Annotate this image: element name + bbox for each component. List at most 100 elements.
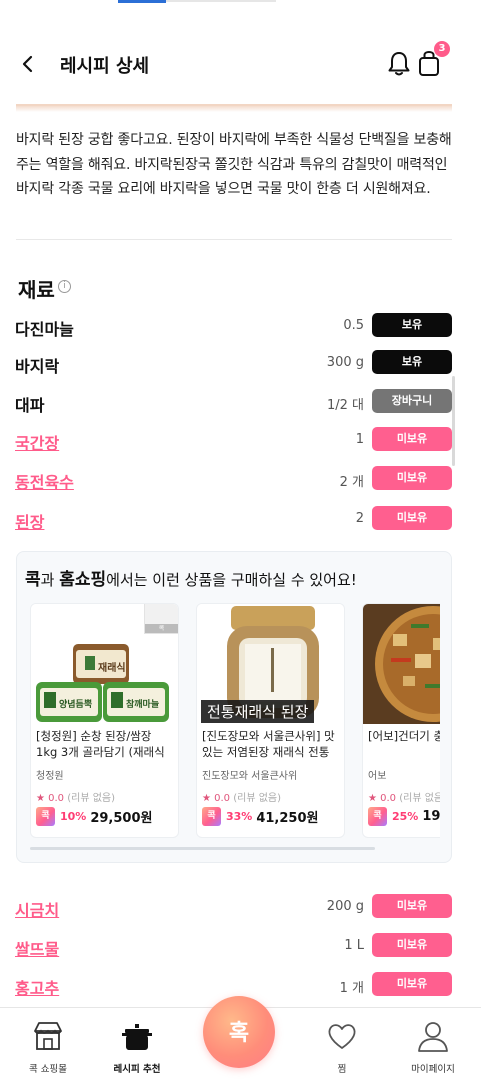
bell-icon (388, 52, 410, 76)
rating-value: ★ 0.0 (368, 793, 397, 804)
ingredient-row: 국간장 1 미보유 (0, 426, 481, 456)
product-name: [진도장모와 서울큰사위] 맛있는 저염된장 재래식 전통 된장 (202, 729, 335, 759)
review-count: (리뷰 없음) (233, 793, 282, 804)
product-rating: ★ 0.0 (리뷰 없음) (202, 789, 281, 804)
product-card[interactable]: [어보]건더기 충청도식 된장 어보 ★ 0.0 (리뷰 없음) 콕 25%19 (362, 603, 440, 838)
heading-text: 과 (40, 571, 60, 589)
product-rating: ★ 0.0 (리뷰 없음) (36, 789, 115, 804)
shopping-suggestions: 콕과 홈쇼핑에서는 이런 상품을 구매하실 수 있어요! 재래식 양념듬뿍 참깨… (16, 551, 452, 863)
ingredient-status-button[interactable]: 미보유 (372, 894, 452, 918)
app-header: 레시피 상세 3 (0, 36, 481, 92)
section-separator (16, 104, 452, 112)
ingredient-name: 다진마늘 (15, 320, 74, 339)
ingredient-status-button[interactable]: 미보유 (372, 466, 452, 490)
nav-kok-shop[interactable]: 콕 쇼핑몰 (0, 1008, 96, 1080)
ingredient-name[interactable]: 된장 (15, 509, 44, 533)
discount-rate: 25% (392, 810, 419, 823)
back-button[interactable] (14, 50, 42, 78)
ingredient-status-button[interactable]: 장바구니 (372, 389, 452, 413)
ingredient-row: 시금치 200 g 미보유 (0, 893, 481, 923)
rating-value: ★ 0.0 (202, 793, 231, 804)
ingredient-row: 대파 1/2 대 장바구니 (0, 388, 481, 418)
divider (16, 239, 452, 240)
nav-recipe-recommend[interactable]: 레시피 추천 (89, 1008, 185, 1080)
price: 19 (422, 809, 440, 824)
cart-count-badge: 3 (434, 41, 450, 57)
jar-label: 재래식 (98, 663, 126, 674)
nav-label: 레시피 추천 (113, 1064, 161, 1075)
shopping-heading: 콕과 홈쇼핑에서는 이런 상품을 구매하실 수 있어요! (25, 565, 357, 590)
info-icon[interactable]: i (58, 280, 71, 293)
product-brand: 청정원 (36, 771, 64, 782)
product-card[interactable]: 전통재래식 된장 [진도장모와 서울큰사위] 맛있는 저염된장 재래식 전통 된… (196, 603, 345, 838)
ingredient-row: 바지락 300 g 보유 (0, 349, 481, 379)
jar-label: 참깨마늘 (126, 700, 160, 710)
product-rating: ★ 0.0 (리뷰 없음) (368, 789, 440, 804)
ingredient-quantity: 300 g (326, 355, 364, 370)
page-title: 레시피 상세 (60, 56, 150, 77)
nav-wishlist[interactable]: 찜 (294, 1008, 390, 1080)
price-row: 콕 25% 19 (368, 806, 440, 828)
store-icon (34, 1022, 62, 1050)
ingredient-name[interactable]: 시금치 (15, 897, 59, 921)
kok-badge: 콕 (368, 807, 387, 826)
ingredient-quantity: 2 (355, 511, 364, 526)
corner-tag: 콕 (144, 604, 178, 634)
price: 41,250원 (256, 811, 319, 826)
ingredient-quantity: 1 (355, 432, 364, 447)
nav-label: 콕 쇼핑몰 (29, 1064, 67, 1075)
ingredient-name[interactable]: 국간장 (15, 430, 59, 454)
ingredient-name[interactable]: 동전육수 (15, 469, 74, 493)
product-image: 재래식 양념듬뿍 참깨마늘 콕 (31, 604, 178, 724)
ingredient-quantity: 1/2 대 (326, 398, 364, 413)
image-caption: 전통재래식 된장 (201, 700, 315, 723)
center-label: 혹 (228, 1021, 250, 1046)
product-image (363, 604, 440, 724)
ingredient-status-button[interactable]: 미보유 (372, 972, 452, 996)
ingredient-row: 다진마늘 0.5 보유 (0, 312, 481, 342)
ingredient-quantity: 200 g (326, 899, 364, 914)
product-brand: 진도장모와 서울큰사위 (202, 771, 298, 782)
ingredient-row: 된장 2 미보유 (0, 505, 481, 535)
price-row: 콕 33% 41,250원 (202, 806, 318, 828)
ingredient-name[interactable]: 홍고추 (15, 975, 59, 999)
nav-label: 찜 (337, 1064, 347, 1075)
product-carousel[interactable]: 재래식 양념듬뿍 참깨마늘 콕 [청정원] 순창 된장/쌈장 1kg 3개 골라… (30, 603, 440, 840)
notification-button[interactable] (386, 50, 412, 78)
kok-badge: 콕 (202, 807, 221, 826)
ingredient-row: 동전육수 2 개 미보유 (0, 465, 481, 495)
kok-badge: 콕 (36, 807, 55, 826)
chevron-left-icon (22, 55, 33, 73)
ingredient-name: 대파 (15, 396, 45, 415)
price-row: 콕 10% 29,500원 (36, 806, 152, 828)
carousel-scrollbar[interactable] (30, 847, 375, 850)
product-card[interactable]: 재래식 양념듬뿍 참깨마늘 콕 [청정원] 순창 된장/쌈장 1kg 3개 골라… (30, 603, 179, 838)
person-icon (418, 1022, 448, 1052)
price: 29,500원 (90, 811, 153, 826)
page-scrollbar[interactable] (452, 376, 455, 466)
ingredient-quantity: 1 L (344, 938, 364, 953)
tag-label: 콕 (145, 624, 178, 633)
kok-center-button[interactable]: 혹 (203, 996, 275, 1068)
progress-rest-segment (166, 0, 276, 2)
ingredient-status-button[interactable]: 미보유 (372, 506, 452, 530)
ingredient-name: 바지락 (15, 357, 60, 376)
jar-label: 양념듬뿍 (59, 700, 93, 710)
nav-label: 마이페이지 (411, 1064, 455, 1075)
top-progress (0, 0, 481, 4)
pot-icon (122, 1024, 152, 1050)
ingredient-status-button[interactable]: 보유 (372, 313, 452, 337)
recipe-description: 바지락 된장 궁합 좋다고요. 된장이 바지락에 부족한 식물성 단백질을 보충… (16, 132, 452, 197)
discount-rate: 33% (226, 810, 253, 823)
ingredient-status-button[interactable]: 미보유 (372, 427, 452, 451)
ingredient-status-button[interactable]: 미보유 (372, 933, 452, 957)
ingredient-row: 쌀뜨물 1 L 미보유 (0, 932, 481, 962)
nav-mypage[interactable]: 마이페이지 (385, 1008, 481, 1080)
ingredients-heading: 재료 (18, 278, 55, 302)
ingredient-status-button[interactable]: 보유 (372, 350, 452, 374)
review-count: (리뷰 없음) (399, 793, 440, 804)
shop-brand-homeshopping: 홈쇼핑 (59, 570, 107, 590)
ingredient-quantity: 2 개 (339, 475, 364, 490)
ingredient-name[interactable]: 쌀뜨물 (15, 936, 59, 960)
discount-rate: 10% (60, 810, 87, 823)
